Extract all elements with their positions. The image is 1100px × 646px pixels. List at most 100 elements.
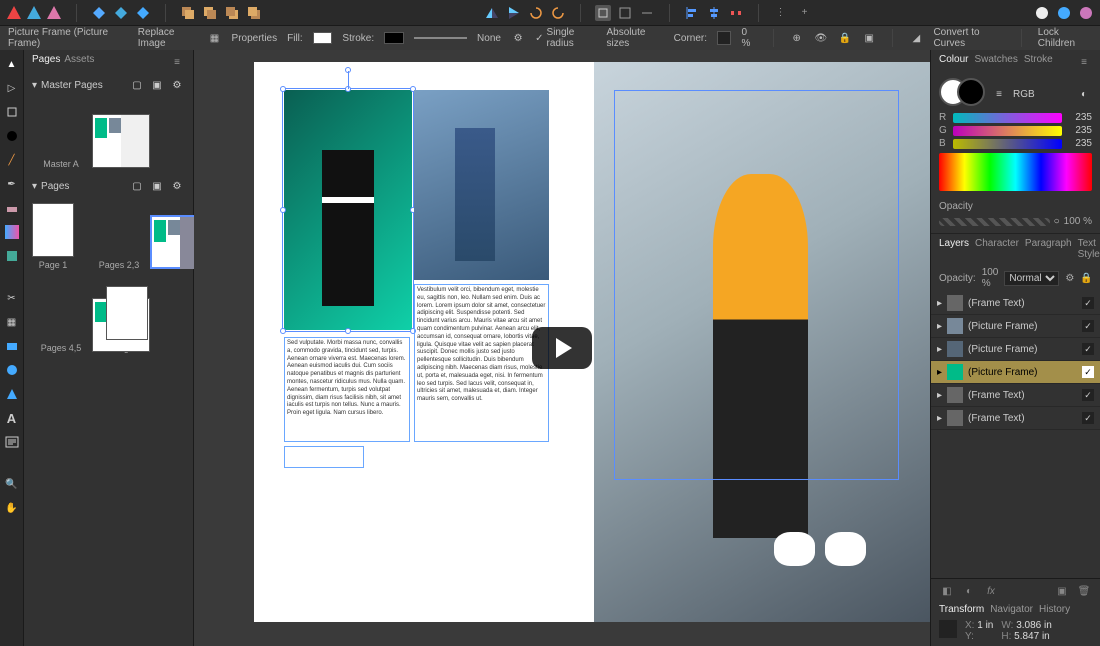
picture-frame-blue[interactable] [414, 90, 549, 280]
b-value[interactable]: 235 [1066, 138, 1092, 149]
help-icon[interactable] [1078, 5, 1094, 21]
r-value[interactable]: 235 [1066, 112, 1092, 123]
layer-row[interactable]: ▸(Frame Text)✓ [931, 407, 1100, 430]
arrange-forward-icon[interactable] [224, 5, 240, 21]
r-slider[interactable] [953, 113, 1062, 123]
table-tool-icon[interactable]: ▦ [4, 314, 20, 330]
visibility-checkbox[interactable]: ✓ [1082, 366, 1094, 378]
b-slider[interactable] [953, 139, 1062, 149]
single-radius-label[interactable]: Single radius [547, 27, 597, 49]
convert-curves-button[interactable]: Convert to Curves [933, 27, 1004, 49]
colour-mode[interactable]: RGB [1013, 89, 1035, 100]
mask-icon[interactable]: ◧ [939, 583, 955, 599]
g-value[interactable]: 235 [1066, 125, 1092, 136]
place-tool-icon[interactable] [4, 248, 20, 264]
tab-history[interactable]: History [1039, 604, 1070, 615]
chevron-down-icon[interactable]: ▾ [32, 80, 37, 91]
ellipse-tool-icon[interactable] [4, 362, 20, 378]
crop-tool-icon[interactable]: ✂ [4, 290, 20, 306]
w-value[interactable]: 3.086 in [1016, 620, 1052, 631]
colour-picker-icon[interactable] [4, 128, 20, 144]
text-tool-icon[interactable] [4, 104, 20, 120]
arrange-backward-icon[interactable] [202, 5, 218, 21]
tab-textstyles[interactable]: Text Styles [1078, 238, 1100, 260]
tab-assets[interactable]: Assets [64, 54, 94, 70]
layer-row[interactable]: ▸(Frame Text)✓ [931, 384, 1100, 407]
chevron-right-icon[interactable]: ▸ [937, 321, 942, 332]
properties-icon[interactable]: ▦ [207, 30, 221, 46]
hand-tool-icon[interactable]: ✋ [4, 500, 20, 516]
artistic-text-icon[interactable]: A [4, 410, 20, 426]
adjustment-icon[interactable]: ◐ [961, 583, 977, 599]
node-tool-icon[interactable]: ▷ [4, 80, 20, 96]
tab-stroke[interactable]: Stroke [1024, 54, 1053, 70]
shape3-icon[interactable] [135, 5, 151, 21]
triangle-tool-icon[interactable] [4, 386, 20, 402]
anchor-icon[interactable]: ⊕ [790, 30, 804, 46]
baseline-icon[interactable] [639, 5, 655, 21]
page-thumb[interactable]: Page 1 [32, 203, 74, 270]
eyedropper-icon[interactable]: ◐ [1076, 86, 1092, 102]
h-value[interactable]: 5.847 in [1014, 631, 1050, 642]
blend-mode-select[interactable]: Normal [1004, 271, 1059, 286]
spread-view-icon[interactable]: ▣ [149, 178, 165, 194]
stroke-value[interactable]: None [477, 33, 501, 44]
sliders-icon[interactable]: ≡ [991, 86, 1007, 102]
hue-strip[interactable] [939, 153, 1092, 191]
layer-row[interactable]: ▸(Picture Frame)✓ [931, 361, 1100, 384]
rotate-cw-icon[interactable] [550, 5, 566, 21]
visibility-checkbox[interactable]: ✓ [1082, 389, 1094, 401]
align-left-icon[interactable] [684, 5, 700, 21]
distribute-icon[interactable] [728, 5, 744, 21]
g-slider[interactable] [953, 126, 1062, 136]
panel-menu-icon[interactable]: ≡ [169, 54, 185, 70]
shape2-icon[interactable] [113, 5, 129, 21]
gear-icon[interactable]: ⚙ [511, 30, 525, 46]
stroke-colour-well[interactable] [957, 78, 985, 106]
tab-colour[interactable]: Colour [939, 54, 968, 70]
video-play-button[interactable] [532, 327, 592, 369]
tab-pages[interactable]: Pages [32, 54, 60, 70]
chevron-down-icon[interactable]: ▾ [32, 181, 37, 192]
layer-row[interactable]: ▸(Picture Frame)✓ [931, 338, 1100, 361]
lock-icon[interactable]: 🔒 [1080, 270, 1092, 286]
gear-icon[interactable]: ⚙ [1065, 270, 1074, 286]
chat-icon[interactable] [1034, 5, 1050, 21]
stroke-swatch[interactable] [384, 32, 404, 44]
single-view-icon[interactable]: ▢ [129, 178, 145, 194]
shape-tool-icon[interactable] [4, 338, 20, 354]
zoom-tool-icon[interactable]: 🔍 [4, 476, 20, 492]
frame-text-icon[interactable] [4, 434, 20, 450]
persona-icons[interactable] [6, 5, 62, 21]
pen-tool-icon[interactable]: ✒ [4, 176, 20, 192]
gradient-tool-icon[interactable] [4, 224, 20, 240]
move-tool-icon[interactable]: ▲ [4, 56, 20, 72]
add-icon[interactable]: + [797, 5, 813, 21]
grid-icon[interactable] [617, 5, 633, 21]
layer-row[interactable]: ▸(Picture Frame)✓ [931, 315, 1100, 338]
right-page[interactable] [594, 62, 930, 622]
layer-row[interactable]: ▸(Frame Text)✓ [931, 292, 1100, 315]
arrange-front-icon[interactable] [246, 5, 262, 21]
chevron-right-icon[interactable]: ▸ [937, 344, 942, 355]
replace-image-button[interactable]: Replace Image [138, 27, 198, 49]
chevron-right-icon[interactable]: ▸ [937, 367, 942, 378]
text-frame-2[interactable]: Vestibulum velit orci, bibendum eget, mo… [414, 284, 549, 442]
visibility-checkbox[interactable]: ✓ [1082, 412, 1094, 424]
absolute-sizes-label[interactable]: Absolute sizes [607, 27, 664, 49]
tab-navigator[interactable]: Navigator [990, 604, 1033, 615]
arrange-back-icon[interactable] [180, 5, 196, 21]
tab-swatches[interactable]: Swatches [974, 54, 1017, 70]
convert-icon[interactable]: ◢ [909, 30, 923, 46]
fill-swatch[interactable] [313, 32, 333, 44]
shape-icon[interactable] [91, 5, 107, 21]
document-spread[interactable]: Sed vulputate. Morbi massa nunc, convall… [254, 62, 930, 622]
page-thumb[interactable]: Pages 2,3 [90, 203, 148, 270]
snap-icon[interactable] [595, 5, 611, 21]
x-value[interactable]: 1 in [977, 620, 993, 631]
opacity-value[interactable]: 100 % [1064, 216, 1092, 227]
stroke-preview[interactable] [414, 37, 467, 39]
group-icon[interactable]: ▣ [862, 30, 876, 46]
chevron-right-icon[interactable]: ▸ [937, 390, 942, 401]
spread-view-icon[interactable]: ▣ [149, 77, 165, 93]
